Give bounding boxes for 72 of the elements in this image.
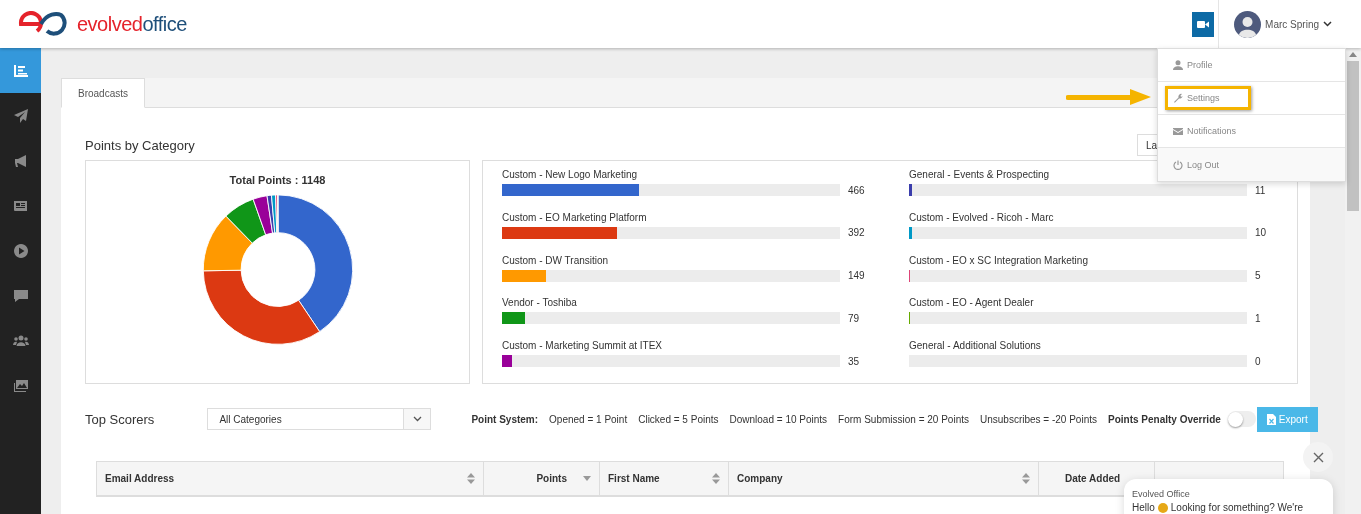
user-name[interactable]: Marc Spring: [1265, 18, 1319, 30]
broadcasts-tab[interactable]: Broadcasts: [61, 78, 146, 108]
column-header[interactable]: Points: [536, 473, 567, 484]
category-points: 10: [1255, 227, 1267, 239]
section-title: Top Scorers: [85, 411, 155, 427]
megaphone-icon: [12, 152, 29, 169]
menu-item[interactable]: Notifications: [1165, 119, 1245, 143]
column-header[interactable]: Date Added: [1065, 473, 1121, 484]
penalty-override-label: Points Penalty Override: [1108, 413, 1221, 425]
logo-text: evolvedoffice: [77, 12, 187, 36]
category-label: Custom - Marketing Summit at ITEX: [502, 340, 664, 352]
chat-bubble-icon: [12, 287, 29, 304]
category-points: 1: [1255, 312, 1261, 324]
category-points: 35: [848, 355, 860, 367]
sort-icon: [1022, 473, 1030, 484]
point-rule: Clicked = 5 Points: [638, 413, 719, 425]
sidebar-item[interactable]: [0, 48, 41, 93]
category-label: General - Events & Prospecting: [909, 169, 1051, 180]
category-label: General - Additional Solutions: [909, 340, 1042, 352]
chat-sender: Evolved Office: [1132, 489, 1191, 499]
person-icon: [1173, 60, 1183, 70]
point-rule: Unsubscribes = -20 Points: [980, 413, 1097, 425]
scroll-up-icon[interactable]: [1349, 52, 1357, 57]
play-icon: [12, 242, 29, 259]
category-label: Custom - EO x SC Integration Marketing: [909, 254, 1089, 266]
category-label: Custom - EO Marketing Platform: [502, 211, 648, 223]
sort-down-icon: [583, 476, 591, 481]
column-header[interactable]: First Name: [608, 473, 660, 484]
point-rule: Download = 10 Points: [729, 413, 828, 425]
point-rule: Form Submission = 20 Points: [838, 413, 969, 425]
column-header[interactable]: Company: [737, 473, 783, 484]
chevron-down-icon[interactable]: [1323, 21, 1332, 27]
category-points: 79: [848, 312, 860, 324]
category-points: 149: [848, 270, 865, 282]
images-icon: [12, 377, 29, 394]
emoji-icon: [1157, 502, 1168, 513]
chevron-down-icon: [412, 416, 422, 422]
category-points: 5: [1255, 270, 1261, 282]
toggle-switch[interactable]: [1227, 411, 1256, 427]
paper-plane-icon: [12, 107, 29, 124]
sort-icon: [712, 473, 720, 484]
envelope-icon: [1173, 126, 1183, 136]
point-rule: Opened = 1 Point: [549, 413, 628, 425]
category-label: Custom - DW Transition: [502, 254, 610, 266]
point-system-label: Point System:: [471, 413, 539, 425]
scrollbar-thumb[interactable]: [1347, 61, 1359, 211]
close-icon[interactable]: [1312, 451, 1324, 463]
chat-message: Looking for something? We're: [1170, 502, 1304, 513]
video-call-button[interactable]: [1192, 11, 1215, 37]
category-points: 466: [848, 184, 865, 196]
category-select[interactable]: All Categories: [207, 408, 432, 430]
category-label: Custom - New Logo Marketing: [502, 169, 639, 180]
close-button[interactable]: [1303, 442, 1333, 472]
power-icon: [1173, 159, 1183, 170]
column-header[interactable]: Email Address: [105, 473, 175, 484]
chart-title: Total Points : 1148: [229, 174, 326, 186]
category-label: Custom - EO - Agent Dealer: [909, 297, 1035, 309]
chat-greeting: Hello: [1132, 502, 1155, 513]
video-camera-icon: [1197, 19, 1210, 29]
menu-item[interactable]: Settings: [1165, 86, 1251, 110]
menu-item[interactable]: Profile: [1165, 53, 1221, 77]
bar-chart-icon: [12, 62, 29, 79]
category-label: Vendor - Toshiba: [502, 297, 578, 309]
section-title: Points by Category: [85, 137, 195, 153]
category-points: 11: [1255, 184, 1266, 196]
category-label: Custom - Evolved - Ricoh - Marc: [909, 211, 1055, 223]
file-icon: [1266, 413, 1276, 425]
avatar-icon[interactable]: [1234, 10, 1262, 38]
wrench-icon: [1173, 93, 1183, 103]
sort-icon: [467, 473, 475, 484]
category-points: 392: [848, 227, 865, 239]
category-points: 0: [1255, 355, 1261, 367]
